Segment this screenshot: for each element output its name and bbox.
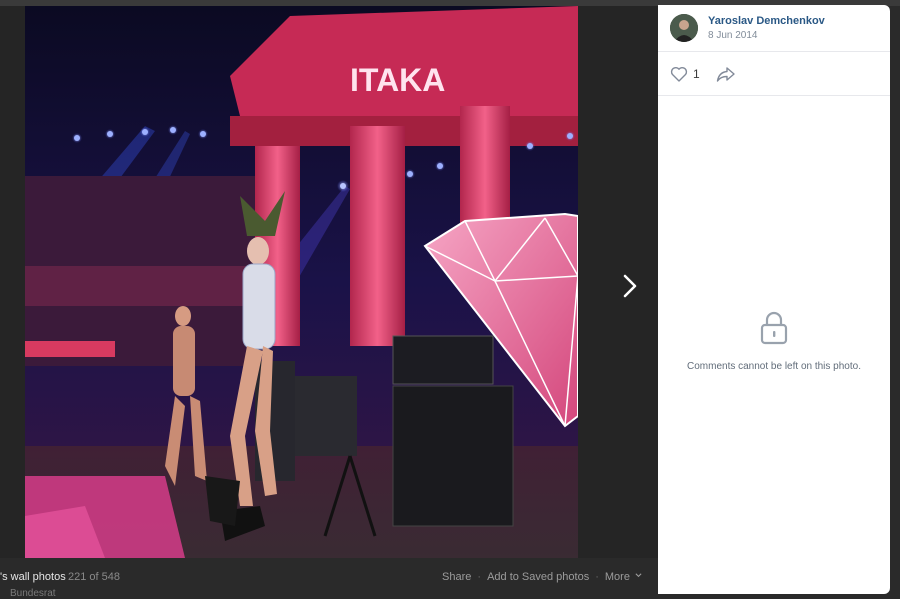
photo-actions: Share · Add to Saved photos · More — [442, 571, 642, 583]
share-arrow-icon — [716, 67, 735, 82]
divider — [658, 51, 890, 52]
photo-area: ITAKA — [0, 6, 658, 558]
photo-sidebar: Yaroslav Demchenkov 8 Jun 2014 1 Comment… — [658, 5, 890, 594]
comments-closed-notice: Comments cannot be left on this photo. — [658, 310, 890, 372]
photo-viewer: ITAKA 's wall photos 221 of 548 Share · … — [0, 0, 900, 599]
like-button[interactable]: 1 — [670, 66, 700, 82]
separator-dot: · — [477, 571, 482, 583]
itaka-sign: ITAKA — [350, 62, 445, 98]
author-block: Yaroslav Demchenkov 8 Jun 2014 — [670, 14, 825, 42]
album-link[interactable]: 's wall photos — [0, 571, 66, 583]
comments-closed-text: Comments cannot be left on this photo. — [687, 361, 861, 372]
more-label: More — [604, 571, 630, 583]
divider — [658, 95, 890, 96]
share-button[interactable] — [716, 66, 736, 87]
save-photo-link[interactable]: Add to Saved photos — [487, 571, 589, 583]
chevron-right-icon — [623, 274, 637, 298]
lock-icon — [760, 311, 788, 345]
post-date: 8 Jun 2014 — [708, 30, 758, 41]
photo-info-bar: 's wall photos 221 of 548 Share · Add to… — [0, 558, 658, 599]
share-link[interactable]: Share — [442, 571, 471, 583]
author-name[interactable]: Yaroslav Demchenkov — [708, 15, 825, 27]
separator-dot: · — [595, 571, 599, 583]
chevron-down-icon — [635, 573, 642, 578]
more-menu-button[interactable]: More — [605, 571, 642, 583]
photo[interactable]: ITAKA — [25, 6, 578, 558]
avatar[interactable] — [670, 14, 698, 42]
next-photo-button[interactable] — [612, 266, 648, 306]
like-count: 1 — [693, 67, 700, 81]
heart-icon — [670, 66, 688, 82]
background-page-text: Bundesrat — [10, 588, 56, 599]
stage-photo-illustration: ITAKA — [25, 6, 578, 558]
photo-counter: 221 of 548 — [68, 571, 120, 583]
